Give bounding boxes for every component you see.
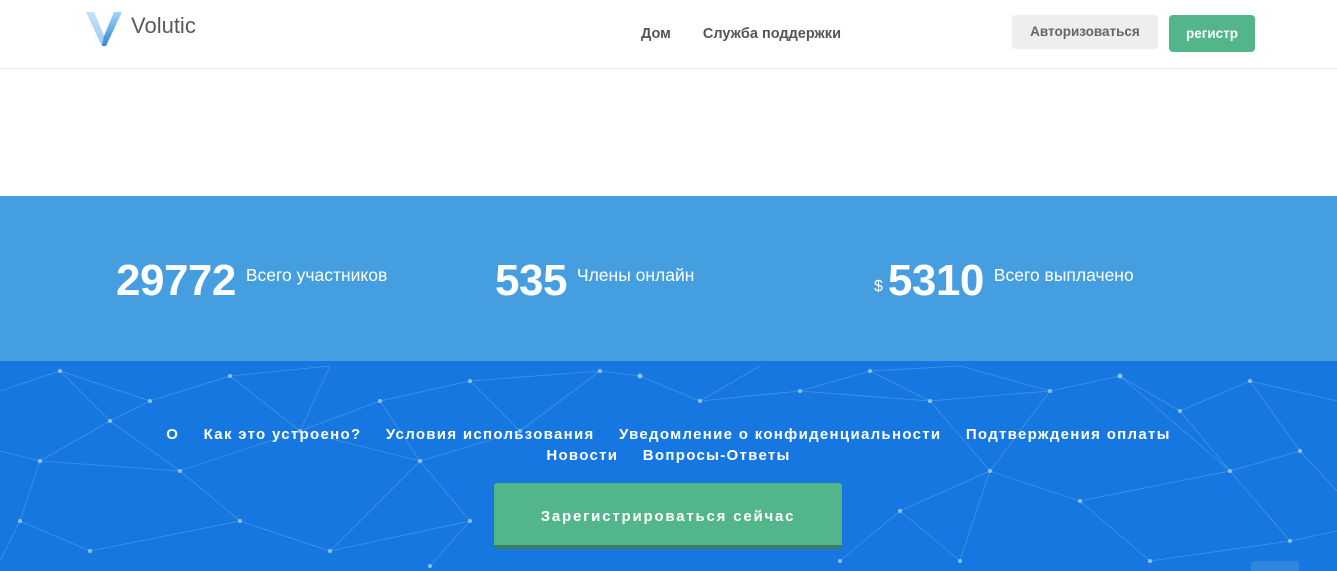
currency-symbol: $ xyxy=(874,278,883,295)
footer-nav-row: О Как это устроено? Условия использовани… xyxy=(0,424,1337,445)
stat-label: Всего выплачено xyxy=(993,265,1134,285)
footer-link-privacy[interactable]: Уведомление о конфиденциальности xyxy=(619,424,941,445)
stat-total-members: 29772 Всего участников xyxy=(116,256,387,306)
footer-link-about[interactable]: О xyxy=(166,424,179,445)
footer-link-faq[interactable]: Вопросы-Ответы xyxy=(643,445,791,466)
site-footer: О Как это устроено? Условия использовани… xyxy=(0,361,1337,571)
volutic-logo-icon xyxy=(86,12,122,46)
stat-label: Члены онлайн xyxy=(576,265,695,285)
login-button[interactable]: Авторизоваться xyxy=(1012,15,1158,49)
footer-link-how-it-works[interactable]: Как это устроено? xyxy=(204,424,362,445)
register-now-button[interactable]: Зарегистрироваться сейчас xyxy=(494,483,842,549)
footer-link-terms[interactable]: Условия использования xyxy=(386,424,595,445)
stat-value: 535 xyxy=(495,256,567,305)
footer-link-payment-proofs[interactable]: Подтверждения оплаты xyxy=(966,424,1171,445)
footer-link-news[interactable]: Новости xyxy=(546,445,618,466)
nav-item-home[interactable]: Дом xyxy=(641,25,671,43)
nav-item-support[interactable]: Служба поддержки xyxy=(703,25,841,43)
logo-text: Volutic xyxy=(131,13,196,38)
main-nav: Дом Служба поддержки xyxy=(641,25,873,43)
site-header: Volutic Дом Служба поддержки Авторизоват… xyxy=(0,0,1337,69)
footer-nav: О Как это устроено? Условия использовани… xyxy=(0,424,1337,466)
stat-total-paid: $ 5310 Всего выплачено xyxy=(874,256,1134,306)
footer-nav-row: Новости Вопросы-Ответы xyxy=(0,445,1337,466)
stat-label: Всего участников xyxy=(245,265,388,285)
scroll-to-top-button[interactable] xyxy=(1251,561,1299,571)
stat-value: 5310 xyxy=(887,256,984,305)
logo[interactable]: Volutic xyxy=(84,10,196,48)
register-button[interactable]: регистр xyxy=(1169,15,1255,52)
stats-band: 29772 Всего участников 535 Члены онлайн … xyxy=(0,196,1337,361)
stat-members-online: 535 Члены онлайн xyxy=(495,256,694,306)
stat-value: 29772 xyxy=(116,256,236,305)
